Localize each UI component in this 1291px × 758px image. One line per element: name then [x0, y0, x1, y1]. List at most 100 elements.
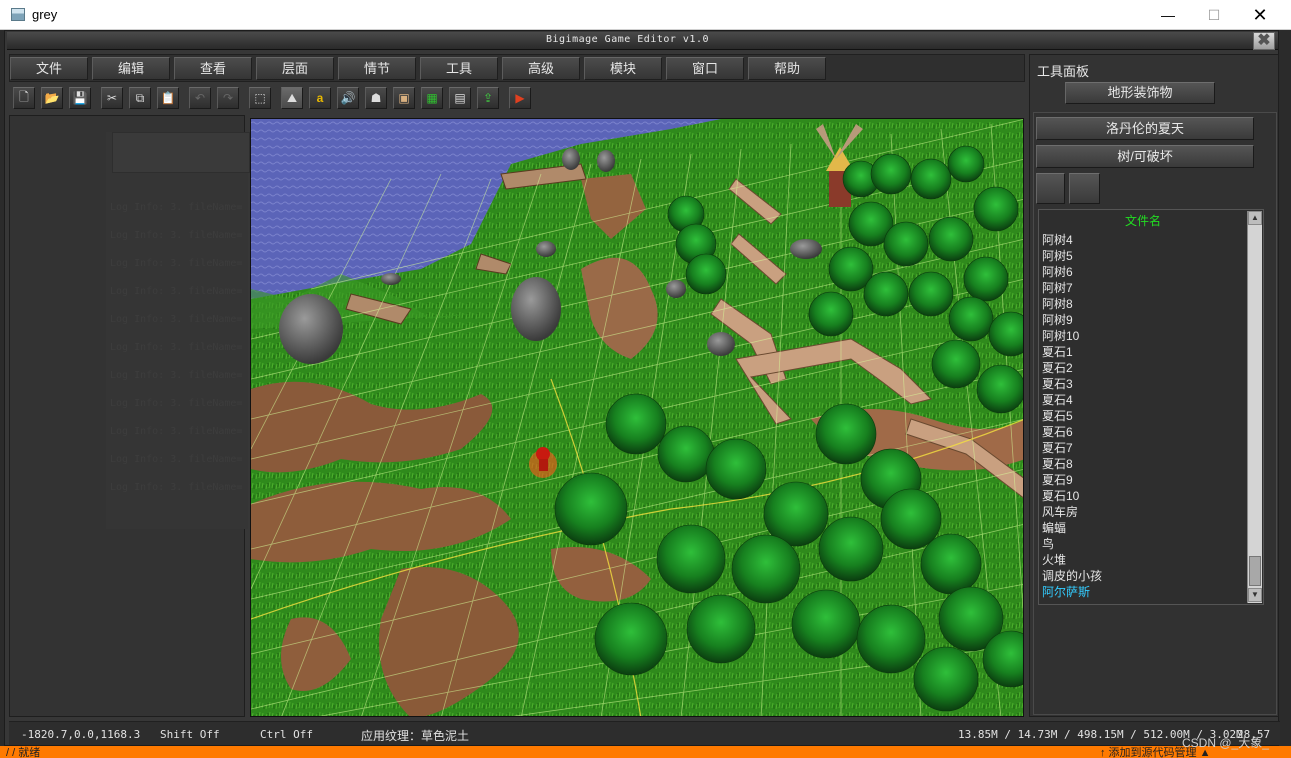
new-file-icon[interactable]: 🗋: [13, 87, 35, 109]
status-bar: -1820.7,0.0,1168.3 Shift Off Ctrl Off 应用…: [9, 721, 1280, 745]
list-item[interactable]: 夏石4: [1042, 392, 1073, 408]
log-line: Log Info: 3. fileName=: [110, 482, 243, 493]
log-line: Log Info: 3. fileName=: [110, 454, 243, 465]
editor-titlebar: Bigimage Game Editor v1.0 ✖: [7, 32, 1278, 50]
list-item-selected[interactable]: 阿尔萨斯: [1042, 584, 1090, 600]
scroll-up-icon[interactable]: ▲: [1248, 211, 1262, 225]
file-list[interactable]: 文件名 阿树4 阿树5 阿树6 阿树7 阿树8 阿树9 阿树10 夏石1 夏石2…: [1038, 209, 1264, 605]
list-item[interactable]: 蝙蝠: [1042, 520, 1066, 536]
tileset-button[interactable]: 洛丹伦的夏天: [1036, 117, 1254, 140]
list-item[interactable]: 夏石8: [1042, 456, 1073, 472]
log-line: Log Info: 3. fileName=: [110, 286, 243, 297]
menu-layer[interactable]: 层面: [256, 57, 334, 80]
app-icon: [11, 8, 25, 21]
cut-icon[interactable]: ✂: [101, 87, 123, 109]
list-item[interactable]: 鸟: [1042, 536, 1054, 552]
list-item[interactable]: 夏石10: [1042, 488, 1079, 504]
watermark: CSDN @_大象_: [1182, 736, 1269, 750]
log-line: Log Info: 3. fileName=: [110, 342, 243, 353]
window-title: grey: [32, 7, 58, 22]
menubar: 文件 编辑 查看 层面 情节 工具 高级 模块 窗口 帮助: [9, 54, 1025, 82]
menu-advanced[interactable]: 高级: [502, 57, 580, 80]
status-shift: Shift Off: [160, 728, 220, 741]
menu-window[interactable]: 窗口: [666, 57, 744, 80]
save-icon[interactable]: 💾: [69, 87, 91, 109]
menu-scenario[interactable]: 情节: [338, 57, 416, 80]
list-item[interactable]: 调皮的小孩: [1042, 568, 1102, 584]
log-line: Log Info: 3. fileName=: [110, 230, 243, 241]
blank-button-1[interactable]: [1036, 173, 1065, 204]
window-titlebar: grey — ☐ ✕: [0, 0, 1291, 30]
menu-help[interactable]: 帮助: [748, 57, 826, 80]
unit-icon[interactable]: ☗: [365, 87, 387, 109]
file-list-header: 文件名: [1124, 214, 1161, 228]
status-coords: -1820.7,0.0,1168.3: [21, 728, 141, 741]
list-item[interactable]: 夏石7: [1042, 440, 1073, 456]
category-button[interactable]: 树/可破坏: [1036, 145, 1254, 168]
editor-frame: Bigimage Game Editor v1.0 ✖ 文件 编辑 查看 层面 …: [4, 30, 1280, 746]
import-icon[interactable]: ⇪: [477, 87, 499, 109]
os-status-left: / / 就绪: [6, 747, 41, 758]
redo-icon[interactable]: ↷: [217, 87, 239, 109]
os-status-strip: / / 就绪 ↑ 添加到源代码管理 ▲: [0, 746, 1291, 758]
log-line: Log Info: 3. fileName=: [110, 370, 243, 381]
editor-close-button[interactable]: ✖: [1253, 32, 1275, 50]
close-window-button[interactable]: ✕: [1237, 0, 1283, 30]
list-item[interactable]: 火堆: [1042, 552, 1066, 568]
list-item[interactable]: 夏石5: [1042, 408, 1073, 424]
sound-icon[interactable]: 🔊: [337, 87, 359, 109]
undo-icon[interactable]: ↶: [189, 87, 211, 109]
terrain-icon[interactable]: ⛰: [281, 87, 303, 109]
file-list-scrollbar[interactable]: ▲ ▼: [1247, 211, 1262, 603]
list-item[interactable]: 阿树4: [1042, 232, 1073, 248]
list-item[interactable]: 阿树5: [1042, 248, 1073, 264]
menu-file[interactable]: 文件: [10, 57, 88, 80]
list-item[interactable]: 阿树8: [1042, 296, 1073, 312]
menu-module[interactable]: 模块: [584, 57, 662, 80]
maximize-button[interactable]: ☐: [1191, 0, 1237, 30]
copy-icon[interactable]: ⧉: [129, 87, 151, 109]
script-icon[interactable]: ▦: [421, 87, 443, 109]
list-item[interactable]: 夏石2: [1042, 360, 1073, 376]
tool-panel-title: 工具面板: [1037, 64, 1090, 79]
minimize-button[interactable]: —: [1145, 0, 1191, 30]
list-item[interactable]: 阿树10: [1042, 328, 1079, 344]
list-item[interactable]: 阿树9: [1042, 312, 1073, 328]
object-icon[interactable]: ▤: [449, 87, 471, 109]
menu-tools[interactable]: 工具: [420, 57, 498, 80]
paste-icon[interactable]: 📋: [157, 87, 179, 109]
menu-view[interactable]: 查看: [174, 57, 252, 80]
log-window: [106, 132, 248, 529]
scroll-thumb[interactable]: [1249, 556, 1261, 586]
blank-button-2[interactable]: [1069, 173, 1100, 204]
terrain-render[interactable]: [251, 119, 1024, 717]
status-ctrl: Ctrl Off: [260, 728, 313, 741]
tool-panel: 工具面板 地形装饰物 洛丹伦的夏天 树/可破坏 文件名 阿树4 阿树5 阿树6 …: [1029, 54, 1279, 717]
select-region-icon[interactable]: ⬚: [249, 87, 271, 109]
list-item[interactable]: 风车房: [1042, 504, 1078, 520]
terrain-decor-button[interactable]: 地形装饰物: [1065, 82, 1215, 104]
list-item[interactable]: 阿树6: [1042, 264, 1073, 280]
log-line: Log Info: 3. fileName=: [110, 202, 243, 213]
menu-edit[interactable]: 编辑: [92, 57, 170, 80]
list-item[interactable]: 夏石6: [1042, 424, 1073, 440]
text-icon[interactable]: a: [309, 87, 331, 109]
test-map-icon[interactable]: ▶: [509, 87, 531, 109]
open-folder-icon[interactable]: 📂: [41, 87, 63, 109]
list-item[interactable]: 阿树7: [1042, 280, 1073, 296]
list-item[interactable]: 夏石3: [1042, 376, 1073, 392]
status-texture: 应用纹理：草色泥土: [361, 729, 470, 743]
log-line: Log Info: 3. fileName=: [110, 398, 243, 409]
list-item[interactable]: 夏石9: [1042, 472, 1073, 488]
left-panel: Log Info: 3. fileName= Log Info: 3. file…: [9, 115, 250, 717]
toolbar: 🗋 📂 💾 ✂ ⧉ 📋 ↶ ↷ ⬚ ⛰ a 🔊 ☗ ▣ ▦ ▤ ⇪ ▶: [9, 85, 1025, 113]
editor-title: Bigimage Game Editor v1.0: [545, 34, 709, 45]
scroll-down-icon[interactable]: ▼: [1248, 588, 1262, 602]
map-viewport[interactable]: [250, 118, 1024, 717]
camera-icon[interactable]: ▣: [393, 87, 415, 109]
log-header: [112, 132, 250, 173]
log-line: Log Info: 3. fileName=: [110, 258, 243, 269]
log-line: Log Info: 3. fileName=: [110, 426, 243, 437]
list-item[interactable]: 夏石1: [1042, 344, 1073, 360]
log-line: Log Info: 3. fileName=: [110, 314, 243, 325]
